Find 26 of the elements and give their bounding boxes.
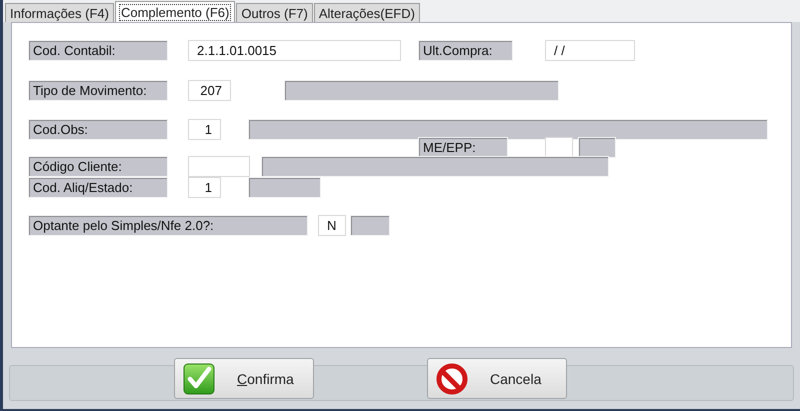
input-field[interactable]: 207 [188, 80, 231, 101]
field-label: Código Cliente: [28, 156, 168, 177]
input-field[interactable] [188, 156, 250, 177]
field-label: Cod.Obs: [28, 119, 168, 140]
field-label: Cod. Aliq/Estado: [28, 177, 168, 198]
field-label: ME/EPP: [418, 137, 508, 158]
input-field[interactable]: 2.1.1.01.0015 [188, 40, 401, 61]
field-label: Ult.Compra: [418, 40, 513, 61]
input-field[interactable]: / / [545, 40, 635, 61]
confirm-button[interactable]: Confirma [174, 358, 314, 399]
prohibition-icon [436, 362, 468, 394]
readonly-field [350, 215, 390, 236]
checkmark-icon [183, 362, 215, 394]
tab[interactable]: Alterações(EFD) [314, 3, 420, 22]
tab[interactable]: Outros (F7) [236, 3, 313, 22]
field-label: Cod. Contabil: [28, 40, 168, 61]
input-field[interactable]: 1 [188, 119, 221, 140]
tab[interactable]: Informações (F4) [5, 3, 114, 22]
input-field[interactable]: 1 [188, 177, 221, 198]
input-field[interactable] [545, 137, 573, 158]
field-label: Optante pelo Simples/Nfe 2.0?: [28, 215, 308, 236]
field-label: Tipo de Movimento: [28, 80, 168, 101]
cancel-button[interactable]: Cancela [427, 358, 567, 399]
tab[interactable]: Complemento (F6) [114, 1, 236, 22]
input-field[interactable]: N [318, 215, 346, 236]
readonly-field [578, 137, 616, 158]
